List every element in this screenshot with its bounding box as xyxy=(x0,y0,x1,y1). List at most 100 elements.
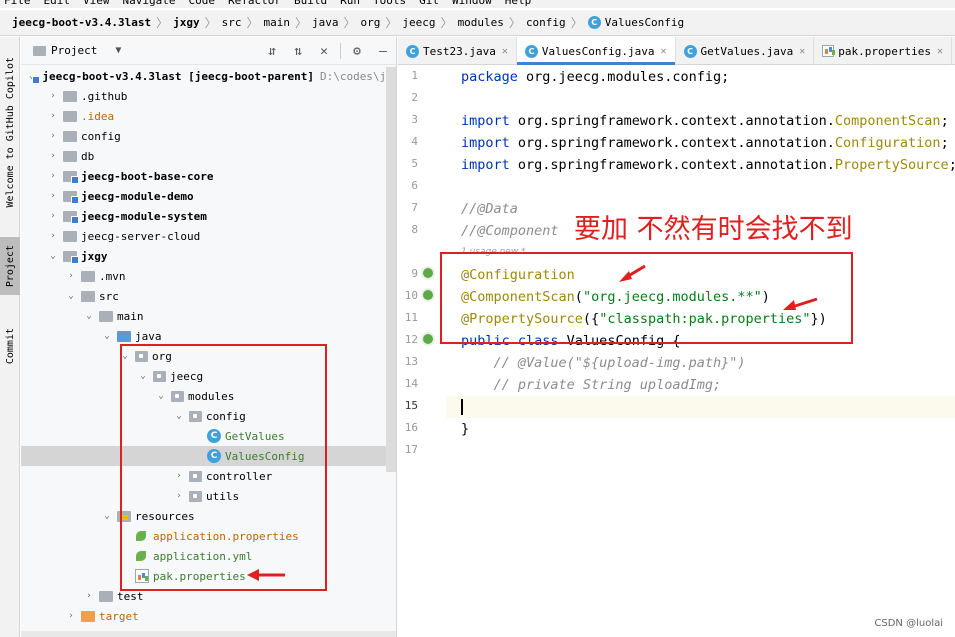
project-tool-tab[interactable]: Project xyxy=(0,237,20,295)
breadcrumb-main[interactable]: main xyxy=(264,16,291,29)
menu-run[interactable]: Run xyxy=(340,0,360,8)
menu-git[interactable]: Git xyxy=(419,0,439,8)
close-icon[interactable]: ✕ xyxy=(937,46,943,57)
spring-scan-icon[interactable] xyxy=(421,288,435,302)
chevron-down-icon[interactable]: ⌄ xyxy=(47,251,59,261)
tree-item-root[interactable]: ⌄ jeecg-boot-v3.4.3last [jeecg-boot-pare… xyxy=(21,66,396,86)
tree-item-utils[interactable]: › utils xyxy=(21,486,396,506)
tree-item-test[interactable]: › test xyxy=(21,586,396,606)
breadcrumb-java[interactable]: java xyxy=(312,16,339,29)
tree-item-config[interactable]: ⌄ config xyxy=(21,406,396,426)
tree-item-modules[interactable]: ⌄ modules xyxy=(21,386,396,406)
chevron-right-icon[interactable]: › xyxy=(65,611,77,621)
close-icon[interactable]: ✕ xyxy=(311,44,337,59)
breadcrumb-config[interactable]: config xyxy=(526,16,566,29)
project-panel-title[interactable]: Project xyxy=(51,44,97,57)
tree-item-server-cloud[interactable]: › jeecg-server-cloud xyxy=(21,226,396,246)
tree-item-github[interactable]: › .github xyxy=(21,86,396,106)
menu-edit[interactable]: Edit xyxy=(44,0,71,8)
toolbar-separator xyxy=(340,43,341,59)
spring-bean-icon[interactable] xyxy=(421,332,435,346)
tab-getvalues[interactable]: C GetValues.java ✕ xyxy=(676,37,815,65)
tree-item-resources[interactable]: ⌄ resources xyxy=(21,506,396,526)
tree-item-valuesconfig[interactable]: C ValuesConfig xyxy=(21,446,396,466)
tree-item-application-properties[interactable]: application.properties xyxy=(21,526,396,546)
breadcrumb-modules[interactable]: modules xyxy=(458,16,504,29)
tree-item-module-system[interactable]: › jeecg-module-system xyxy=(21,206,396,226)
tree-item-jxgy[interactable]: ⌄ jxgy xyxy=(21,246,396,266)
tree-item-target[interactable]: › target xyxy=(21,606,396,626)
close-icon[interactable]: ✕ xyxy=(502,46,508,57)
menu-view[interactable]: View xyxy=(83,0,110,8)
close-icon[interactable]: ✕ xyxy=(799,46,805,57)
minimize-icon[interactable]: — xyxy=(370,44,396,59)
menu-navigate[interactable]: Navigate xyxy=(123,0,176,8)
chevron-down-icon[interactable]: ⌄ xyxy=(101,331,113,341)
expand-all-icon[interactable]: ⇵ xyxy=(259,44,285,59)
gear-icon[interactable]: ⚙ xyxy=(344,44,370,59)
close-icon[interactable]: ✕ xyxy=(660,46,666,57)
menu-help[interactable]: Help xyxy=(505,0,532,8)
chevron-right-icon[interactable]: › xyxy=(65,271,77,281)
code-line-4: import org.springframework.context.annot… xyxy=(461,132,949,154)
chevron-right-icon[interactable]: › xyxy=(47,211,59,221)
breadcrumb-module[interactable]: jxgy xyxy=(173,16,200,29)
tree-item-jeecg[interactable]: ⌄ jeecg xyxy=(21,366,396,386)
tree-item-application-yml[interactable]: application.yml xyxy=(21,546,396,566)
code-editor[interactable]: package org.jeecg.modules.config; import… xyxy=(446,66,955,637)
chevron-right-icon[interactable]: › xyxy=(173,491,185,501)
collapse-all-icon[interactable]: ⇅ xyxy=(285,44,311,59)
tree-item-label: jeecg-server-cloud xyxy=(81,229,201,243)
tree-item-module-demo[interactable]: › jeecg-module-demo xyxy=(21,186,396,206)
spring-bean-icon[interactable] xyxy=(421,266,435,280)
chevron-right-icon[interactable]: › xyxy=(47,131,59,141)
menu-tools[interactable]: Tools xyxy=(373,0,406,8)
copilot-tool-tab[interactable]: Welcome to GitHub Copilot xyxy=(0,45,20,220)
tree-item-pak-properties[interactable]: pak.properties xyxy=(21,566,396,586)
chevron-down-icon[interactable]: ▼ xyxy=(115,45,121,56)
menu-file[interactable]: File xyxy=(4,0,31,8)
tree-item-idea[interactable]: › .idea xyxy=(21,106,396,126)
tree-item-db[interactable]: › db xyxy=(21,146,396,166)
chevron-right-icon[interactable]: › xyxy=(173,471,185,481)
tree-item-main[interactable]: ⌄ main xyxy=(21,306,396,326)
tree-item-controller[interactable]: › controller xyxy=(21,466,396,486)
chevron-down-icon[interactable]: ⌄ xyxy=(65,291,77,301)
breadcrumb-jeecg[interactable]: jeecg xyxy=(402,16,435,29)
chevron-down-icon[interactable]: ⌄ xyxy=(83,311,95,321)
chevron-right-icon[interactable]: › xyxy=(47,91,59,101)
tree-item-java[interactable]: ⌄ java xyxy=(21,326,396,346)
tab-pak-properties[interactable]: pak.properties ✕ xyxy=(814,37,953,65)
menu-refactor[interactable]: Refactor xyxy=(228,0,281,8)
chevron-right-icon[interactable]: › xyxy=(47,111,59,121)
project-horizontal-scrollbar[interactable] xyxy=(21,631,396,637)
menu-code[interactable]: Code xyxy=(188,0,215,8)
tree-item-org[interactable]: ⌄ org xyxy=(21,346,396,366)
tab-valuesconfig[interactable]: C ValuesConfig.java ✕ xyxy=(516,37,676,65)
tree-item-getvalues[interactable]: C GetValues xyxy=(21,426,396,446)
project-vertical-scrollbar[interactable] xyxy=(386,67,396,472)
tab-test23[interactable]: C Test23.java ✕ xyxy=(398,37,517,65)
breadcrumb-src[interactable]: src xyxy=(222,16,242,29)
tree-item-base-core[interactable]: › jeecg-boot-base-core xyxy=(21,166,396,186)
chevron-down-icon[interactable]: ⌄ xyxy=(155,391,167,401)
tree-item-mvn[interactable]: › .mvn xyxy=(21,266,396,286)
tree-item-src[interactable]: ⌄ src xyxy=(21,286,396,306)
chevron-right-icon[interactable]: › xyxy=(83,591,95,601)
usage-hint[interactable]: 1 usage new * xyxy=(461,247,526,257)
chevron-down-icon[interactable]: ⌄ xyxy=(101,511,113,521)
chevron-right-icon[interactable]: › xyxy=(47,171,59,181)
chevron-right-icon[interactable]: › xyxy=(47,151,59,161)
tree-item-config-root[interactable]: › config xyxy=(21,126,396,146)
commit-tool-tab[interactable]: Commit xyxy=(0,317,20,375)
breadcrumb-root[interactable]: jeecg-boot-v3.4.3last xyxy=(12,16,151,29)
chevron-right-icon[interactable]: › xyxy=(47,231,59,241)
menu-window[interactable]: Window xyxy=(452,0,492,8)
chevron-down-icon[interactable]: ⌄ xyxy=(119,351,131,361)
chevron-down-icon[interactable]: ⌄ xyxy=(137,371,149,381)
breadcrumb-org[interactable]: org xyxy=(361,16,381,29)
menu-build[interactable]: Build xyxy=(294,0,327,8)
chevron-right-icon[interactable]: › xyxy=(47,191,59,201)
breadcrumb-class[interactable]: ValuesConfig xyxy=(605,16,684,29)
chevron-down-icon[interactable]: ⌄ xyxy=(173,411,185,421)
